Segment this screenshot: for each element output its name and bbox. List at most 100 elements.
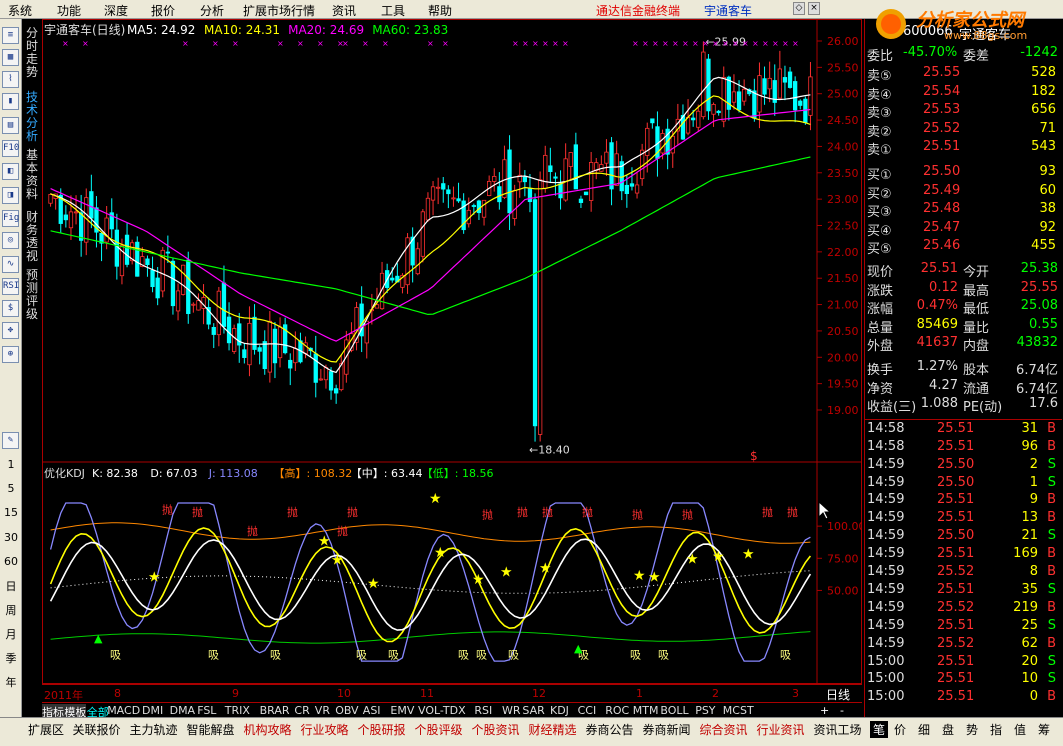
line-chart-icon[interactable]: ⌇ [2, 71, 19, 88]
quote-tab[interactable]: 价 [894, 721, 906, 738]
search-icon[interactable]: ◎ [2, 232, 19, 249]
bid-row[interactable]: 买④ 25.47 92 [865, 220, 1062, 239]
period-button[interactable]: 60 [0, 555, 22, 568]
indicator-tab[interactable]: MTM [633, 704, 659, 717]
indicator-tab[interactable]: ASI [363, 704, 381, 717]
bid-row[interactable]: 买② 25.49 60 [865, 183, 1062, 202]
indicator-tab[interactable]: VOL-TDX [418, 704, 466, 717]
table-icon[interactable]: ▤ [2, 117, 19, 134]
side-tab[interactable]: 技术分析 [24, 91, 40, 143]
grid-icon[interactable]: ▦ [2, 49, 19, 66]
indicator-tab[interactable]: PSY [695, 704, 715, 717]
period-button[interactable]: 5 [0, 482, 22, 495]
bottom-tab[interactable]: 财经精选 [529, 721, 577, 738]
pen-icon[interactable]: ⊕ [2, 346, 19, 363]
bid-row[interactable]: 买① 25.50 93 [865, 164, 1062, 183]
indicator-tab[interactable]: DMA [170, 704, 196, 717]
period-button[interactable]: 日 [0, 578, 22, 594]
quote-tab[interactable]: 值 [1014, 721, 1026, 738]
menu-item[interactable]: 分析 [200, 2, 224, 19]
indicator-tab[interactable]: CCI [578, 704, 597, 717]
candle-icon[interactable]: ▮ [2, 93, 19, 110]
zoom-icon[interactable]: ✥ [2, 322, 19, 339]
f5-icon[interactable]: ✎ [2, 432, 19, 449]
quote-tab[interactable]: 筹 [1038, 721, 1050, 738]
ask-row[interactable]: 卖③ 25.53 656 [865, 102, 1062, 121]
menu-item[interactable]: 资讯 [332, 2, 356, 19]
indicator-tab[interactable]: MCST [723, 704, 754, 717]
menu-item[interactable]: 深度 [104, 2, 128, 19]
period-button[interactable]: 季 [0, 650, 22, 666]
menu-item[interactable]: 功能 [57, 2, 81, 19]
period-button[interactable]: 周 [0, 602, 22, 618]
menu-item[interactable]: 报价 [151, 2, 175, 19]
period-button[interactable]: 年 [0, 674, 22, 690]
bottom-tab[interactable]: 个股评级 [415, 721, 463, 738]
indicator-tab[interactable]: VR [315, 704, 330, 717]
indicator-tab[interactable]: DMI [142, 704, 163, 717]
ask-row[interactable]: 卖④ 25.54 182 [865, 84, 1062, 103]
bottom-tab[interactable]: 资讯工场 [814, 721, 862, 738]
indicator-tab[interactable]: FSL [197, 704, 216, 717]
menu-item[interactable]: 工具 [381, 2, 405, 19]
indicator-tab[interactable]: KDJ [550, 704, 569, 717]
move-icon[interactable]: $ [2, 300, 19, 317]
side-tab[interactable]: 分时走势 [24, 27, 40, 79]
period-button[interactable]: 1 [0, 458, 22, 471]
menu-item[interactable]: 系统 [8, 2, 32, 19]
doc-icon[interactable]: ◧ [2, 163, 19, 180]
indicator-tab[interactable]: OBV [335, 704, 358, 717]
bid-row[interactable]: 买③ 25.48 38 [865, 201, 1062, 220]
zoom-out-button[interactable]: - [840, 704, 844, 717]
bottom-tab[interactable]: 行业攻略 [301, 721, 349, 738]
fin-icon[interactable]: ◨ [2, 187, 19, 204]
period-button[interactable]: 15 [0, 506, 22, 519]
bottom-tab[interactable]: 券商新闻 [643, 721, 691, 738]
indicator-tab[interactable]: BOLL [660, 704, 688, 717]
quote-tab[interactable]: 指 [990, 721, 1002, 738]
zoom-in-button[interactable]: + [820, 704, 829, 717]
bottom-tab[interactable]: 智能解盘 [187, 721, 235, 738]
dollar-icon[interactable]: RSI [2, 278, 19, 295]
figure-icon[interactable]: Fig [2, 210, 19, 227]
indicator-tab[interactable]: SAR [522, 704, 544, 717]
period-button[interactable]: 30 [0, 531, 22, 544]
quote-tab[interactable]: 细 [918, 721, 930, 738]
bottom-tab[interactable]: 综合资讯 [700, 721, 748, 738]
close-button[interactable]: × [808, 2, 820, 15]
indicator-tab[interactable]: WR [502, 704, 521, 717]
menu-item[interactable]: 扩展市场行情 [243, 2, 315, 19]
menu-item[interactable]: 帮助 [428, 2, 452, 19]
indicator-tab[interactable]: MACD [107, 704, 140, 717]
period-label[interactable]: 日线 [826, 686, 850, 703]
bid-row[interactable]: 买⑤ 25.46 455 [865, 238, 1062, 257]
bottom-tab[interactable]: 关联报价 [73, 721, 121, 738]
side-tab[interactable]: 基本资料 [24, 149, 40, 201]
bottom-tab[interactable]: 个股研报 [358, 721, 406, 738]
indicator-tab[interactable]: TRIX [225, 704, 250, 717]
side-tab[interactable]: 预测评级 [24, 269, 40, 321]
bottom-tab[interactable]: 个股资讯 [472, 721, 520, 738]
ask-row[interactable]: 卖⑤ 25.55 528 [865, 65, 1062, 84]
ask-row[interactable]: 卖① 25.51 543 [865, 139, 1062, 158]
ask-row[interactable]: 卖② 25.52 71 [865, 121, 1062, 140]
quote-tab[interactable]: 笔 [870, 721, 889, 738]
indicator-tab[interactable]: ROC [605, 704, 629, 717]
indicator-tab[interactable]: EMV [390, 704, 414, 717]
f10-icon[interactable]: F10 [2, 140, 19, 157]
bottom-tab[interactable]: 扩展区 [28, 721, 64, 738]
bottom-tab[interactable]: 行业资讯 [757, 721, 805, 738]
indicator-tab[interactable]: RSI [474, 704, 492, 717]
indicator-tab[interactable]: BRAR [260, 704, 290, 717]
period-button[interactable]: 月 [0, 626, 22, 642]
indicator-tab[interactable]: CR [294, 704, 309, 717]
side-tab[interactable]: 财务透视 [24, 211, 40, 263]
quote-tab[interactable]: 势 [966, 721, 978, 738]
chart-svg[interactable]: 宇通客车(日线) MA5: 24.92 MA10: 24.31 MA20: 24.69… [42, 19, 862, 684]
bottom-tab[interactable]: 券商公告 [586, 721, 634, 738]
bottom-tab[interactable]: 主力轨迹 [130, 721, 178, 738]
rsi-icon[interactable]: ∿ [2, 256, 19, 273]
minimize-button[interactable]: ◇ [793, 2, 805, 15]
bottom-tab[interactable]: 机构攻略 [244, 721, 292, 738]
quote-tab[interactable]: 盘 [942, 721, 954, 738]
